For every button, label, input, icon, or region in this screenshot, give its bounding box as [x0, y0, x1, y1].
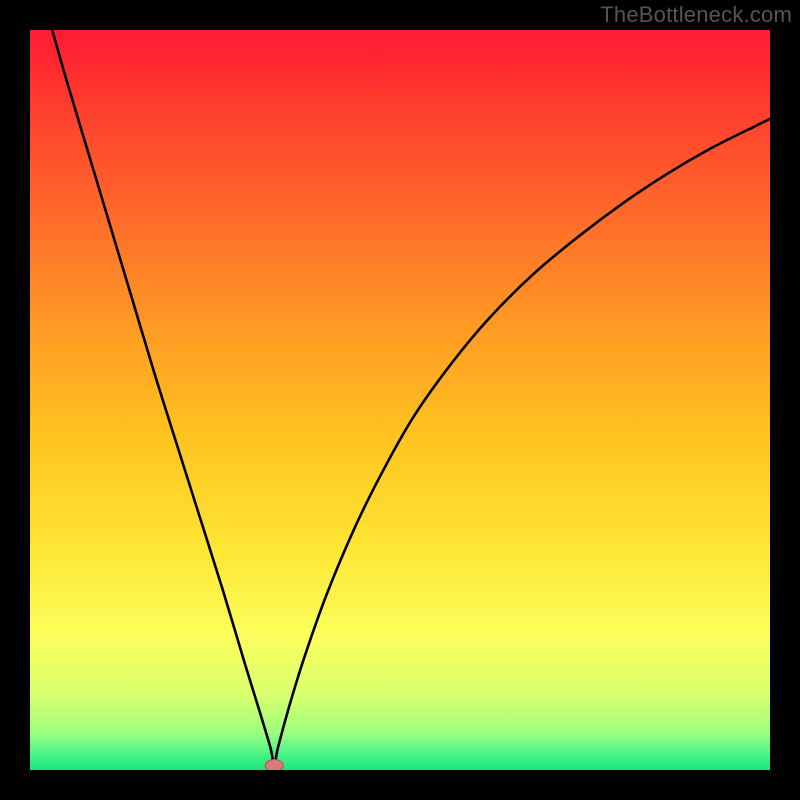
plot-area — [30, 30, 770, 770]
bottleneck-curve — [52, 30, 770, 766]
curve-layer — [30, 30, 770, 770]
minimum-marker — [265, 760, 283, 770]
watermark-text: TheBottleneck.com — [600, 2, 792, 28]
chart-frame: TheBottleneck.com — [0, 0, 800, 800]
